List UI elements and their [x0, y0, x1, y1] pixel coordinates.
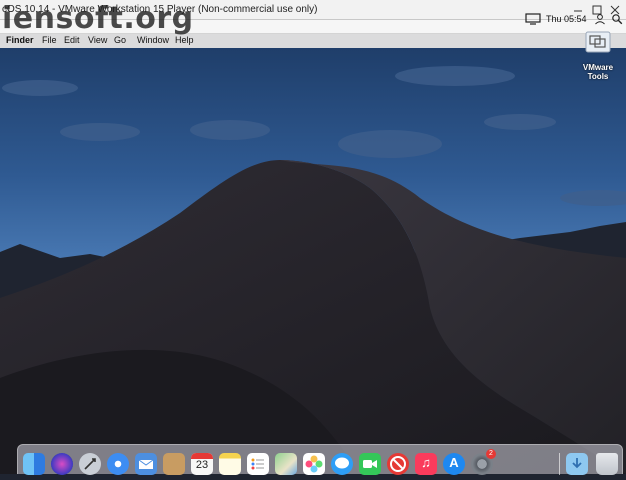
spotlight-icon[interactable] [611, 13, 623, 25]
app-store-icon[interactable]: A [443, 453, 465, 475]
system-preferences-icon[interactable]: 2 [471, 449, 496, 475]
menu-go[interactable]: Go [114, 35, 126, 45]
photos-icon[interactable] [303, 453, 325, 475]
vmware-tools-disk[interactable]: VMware Tools [576, 28, 620, 81]
dock: 23 ♫ A 2 [17, 444, 623, 475]
calendar-icon[interactable]: 23 [191, 453, 213, 475]
dock-separator [559, 453, 560, 475]
vmware-tools-icon [585, 31, 611, 53]
notes-icon[interactable] [219, 453, 241, 475]
downloads-folder-icon[interactable] [566, 453, 588, 475]
trash-icon[interactable] [596, 453, 618, 475]
safari-icon[interactable] [107, 453, 129, 475]
finder-icon[interactable] [23, 453, 45, 475]
menu-finder[interactable]: Finder [6, 35, 34, 45]
news-icon[interactable] [387, 453, 409, 475]
menu-edit[interactable]: Edit [64, 35, 80, 45]
update-badge: 2 [486, 449, 496, 459]
music-note-icon: ♫ [421, 455, 431, 470]
window-title: cOS 10.14 - VMware Workstation 15 Player… [2, 4, 318, 15]
mail-icon[interactable] [135, 453, 157, 475]
menu-window[interactable]: Window [137, 35, 169, 45]
calendar-day: 23 [195, 459, 209, 471]
messages-icon[interactable] [331, 453, 353, 475]
display-icon[interactable] [525, 13, 541, 25]
music-icon[interactable]: ♫ [415, 453, 437, 475]
menu-file[interactable]: File [42, 35, 57, 45]
maps-icon[interactable] [275, 453, 297, 475]
launchpad-icon[interactable] [79, 453, 101, 475]
desktop-wallpaper [0, 48, 626, 474]
reminders-icon[interactable] [247, 453, 269, 475]
menu-view[interactable]: View [88, 35, 107, 45]
facetime-icon[interactable] [359, 453, 381, 475]
clock[interactable]: Thu 05:54 [546, 14, 587, 24]
macos-menubar: Finder File Edit View Go Window Help [0, 34, 626, 48]
siri-icon[interactable] [51, 453, 73, 475]
menu-help[interactable]: Help [175, 35, 194, 45]
app-store-a-icon: A [449, 455, 459, 470]
contacts-icon[interactable] [163, 453, 185, 475]
user-icon[interactable] [594, 13, 606, 25]
vmware-tools-label: VMware Tools [582, 63, 614, 81]
